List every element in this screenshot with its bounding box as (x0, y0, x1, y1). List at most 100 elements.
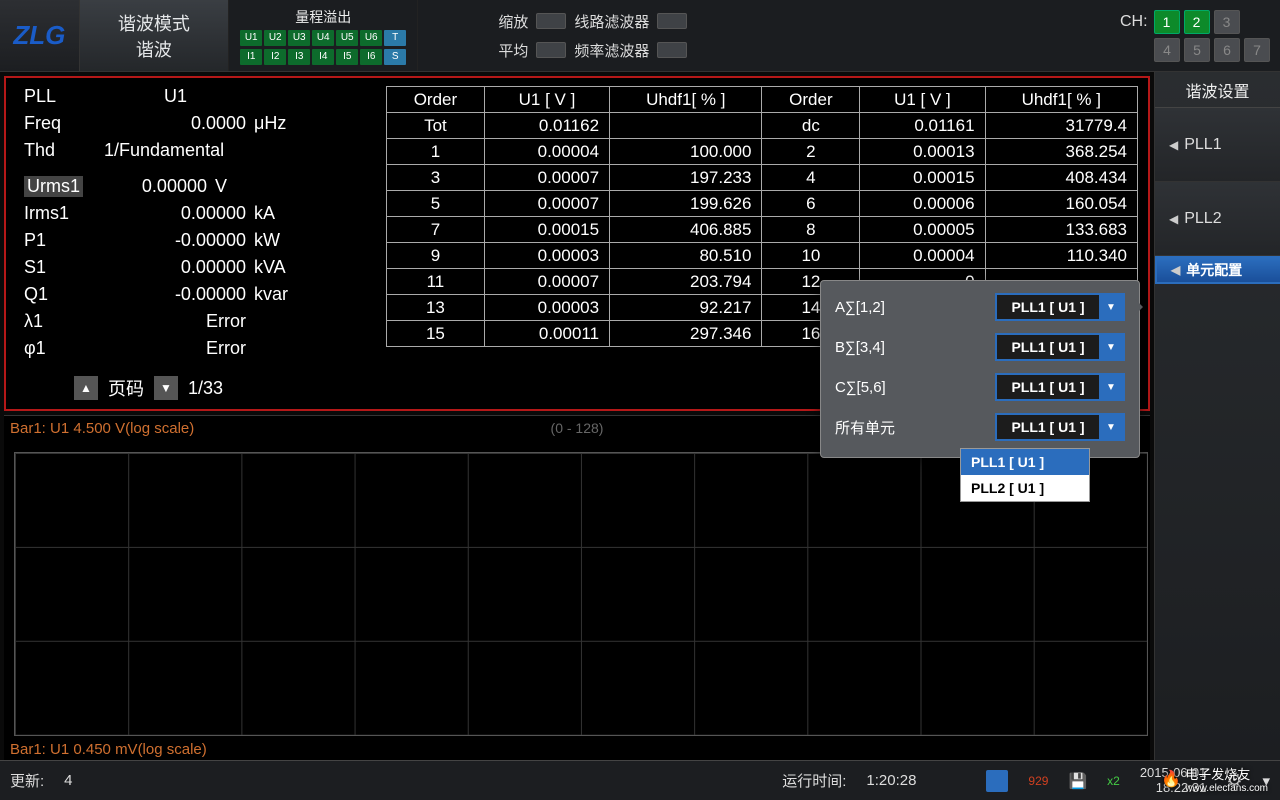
chevron-down-icon: ▼ (1099, 415, 1123, 439)
phi-value: Error (104, 338, 254, 359)
range-u3[interactable]: U3 (288, 30, 310, 46)
freq-unit: μHz (254, 113, 314, 134)
range-i3[interactable]: I3 (288, 49, 310, 65)
mode-box[interactable]: 谐波模式 谐波 (80, 0, 229, 71)
range-overflow-box: 量程溢出 U1 U2 U3 U4 U5 U6 T I1 I2 I3 I4 I5 … (229, 0, 418, 71)
urms-label: Urms1 (24, 176, 83, 197)
ch-1-button[interactable]: 1 (1154, 10, 1180, 34)
rpanel-title: 谐波设置 (1155, 72, 1280, 108)
th-order-r: Order (762, 87, 860, 113)
chevron-down-icon: ▼ (1099, 295, 1123, 319)
popup-all-select[interactable]: PLL1 [ U1 ]▼ (995, 413, 1125, 441)
phi-label: φ1 (24, 338, 104, 359)
line-filter-toggle[interactable] (657, 13, 687, 29)
right-panel: 谐波设置 ◀PLL1 ◀PLL2 ◀单元配置 (1154, 72, 1280, 760)
runtime-label: 运行时间: (782, 770, 846, 791)
rpanel-pll2-button[interactable]: ◀PLL2 (1155, 182, 1280, 256)
update-label: 更新: (10, 770, 44, 791)
range-i2[interactable]: I2 (264, 49, 286, 65)
ch-7-button[interactable]: 7 (1244, 38, 1270, 62)
popup-b-label: B∑[3,4] (835, 339, 885, 356)
status-bar: 更新: 4 运行时间: 1:20:28 929 💾 x2 2015-06-01 … (0, 760, 1280, 800)
dropdown-option-pll2[interactable]: PLL2 [ U1 ] (961, 475, 1089, 501)
freq-filter-toggle[interactable] (657, 42, 687, 58)
thd-label: Thd (24, 140, 104, 161)
table-row: 90.0000380.510100.00004110.340 (387, 243, 1138, 269)
range-i4[interactable]: I4 (312, 49, 334, 65)
update-value: 4 (64, 772, 72, 789)
th-uhdf-l: Uhdf1[ % ] (610, 87, 762, 113)
lambda-label: λ1 (24, 311, 104, 332)
irms-label: Irms1 (24, 203, 104, 224)
triangle-icon: ◀ (1171, 263, 1180, 277)
monitor-icon[interactable] (986, 770, 1008, 792)
flame-icon: 🔥 (1161, 769, 1181, 789)
status-929: 929 (1028, 774, 1048, 788)
disk-icon: 💾 (1068, 772, 1087, 790)
triangle-icon: ◀ (1169, 138, 1178, 152)
rpanel-pll1-button[interactable]: ◀PLL1 (1155, 108, 1280, 182)
mode-label: 谐波模式 (118, 10, 190, 36)
line-filter-label: 线路滤波器 (574, 11, 649, 32)
irms-value: 0.00000 (104, 203, 254, 224)
zoom-toggle[interactable] (536, 13, 566, 29)
range-u2[interactable]: U2 (264, 30, 286, 46)
range-i5[interactable]: I5 (336, 49, 358, 65)
popup-a-label: A∑[1,2] (835, 299, 885, 316)
p-unit: kW (254, 230, 314, 251)
range-i6[interactable]: I6 (360, 49, 382, 65)
freq-label: Freq (24, 113, 104, 134)
mode-value: 谐波 (136, 36, 172, 62)
th-uhdf-r: Uhdf1[ % ] (985, 87, 1137, 113)
irms-unit: kA (254, 203, 314, 224)
range-u5[interactable]: U5 (336, 30, 358, 46)
urms-value: 0.00000 (103, 176, 215, 197)
zoom-label: 缩放 (498, 11, 528, 32)
ch-2-button[interactable]: 2 (1184, 10, 1210, 34)
avg-toggle[interactable] (536, 42, 566, 58)
chevron-down-icon: ▼ (1099, 375, 1123, 399)
q-value: -0.00000 (104, 284, 254, 305)
range-title: 量程溢出 (295, 7, 351, 27)
watermark: 🔥 电子发烧友 www.elecfans.com (1161, 764, 1268, 794)
s-label: S1 (24, 257, 104, 278)
chevron-down-icon: ▼ (1099, 335, 1123, 359)
popup-c-select[interactable]: PLL1 [ U1 ]▼ (995, 373, 1125, 401)
dropdown-option-pll1[interactable]: PLL1 [ U1 ] (961, 449, 1089, 475)
page-label: 页码 (108, 375, 144, 401)
freq-filter-label: 频率滤波器 (574, 40, 649, 61)
table-row: 10.00004100.00020.00013368.254 (387, 139, 1138, 165)
page-up-button[interactable]: ▲ (74, 376, 98, 400)
range-u1[interactable]: U1 (240, 30, 262, 46)
th-u1-l: U1 [ V ] (484, 87, 609, 113)
avg-label: 平均 (498, 40, 528, 61)
page-down-button[interactable]: ▼ (154, 376, 178, 400)
p-label: P1 (24, 230, 104, 251)
th-u1-r: U1 [ V ] (860, 87, 985, 113)
unit-config-dropdown: PLL1 [ U1 ] PLL2 [ U1 ] (960, 448, 1090, 502)
p-value: -0.00000 (104, 230, 254, 251)
pll-value: U1 (104, 86, 254, 107)
range-u6[interactable]: U6 (360, 30, 382, 46)
range-i1[interactable]: I1 (240, 49, 262, 65)
range-u4[interactable]: U4 (312, 30, 334, 46)
thd-value: 1/Fundamental (104, 140, 254, 161)
bar-range-label: (0 - 128) (551, 420, 604, 436)
popup-a-select[interactable]: PLL1 [ U1 ]▼ (995, 293, 1125, 321)
ch-3-button[interactable]: 3 (1214, 10, 1240, 34)
ch-5-button[interactable]: 5 (1184, 38, 1210, 62)
range-s[interactable]: S (384, 49, 406, 65)
bar-bottom-label: Bar1: U1 0.450 mV(log scale) (10, 741, 207, 758)
s-value: 0.00000 (104, 257, 254, 278)
q-label: Q1 (24, 284, 104, 305)
popup-b-select[interactable]: PLL1 [ U1 ]▼ (995, 333, 1125, 361)
urms-unit: V (215, 176, 275, 197)
range-t[interactable]: T (384, 30, 406, 46)
ch-4-button[interactable]: 4 (1154, 38, 1180, 62)
s-unit: kVA (254, 257, 314, 278)
table-row: Tot0.01162dc0.0116131779.4 (387, 113, 1138, 139)
unit-config-popup: A∑[1,2] PLL1 [ U1 ]▼ B∑[3,4] PLL1 [ U1 ]… (820, 280, 1140, 458)
ch-6-button[interactable]: 6 (1214, 38, 1240, 62)
page-value: 1/33 (188, 378, 223, 399)
rpanel-unit-config-button[interactable]: ◀单元配置 (1155, 256, 1280, 284)
